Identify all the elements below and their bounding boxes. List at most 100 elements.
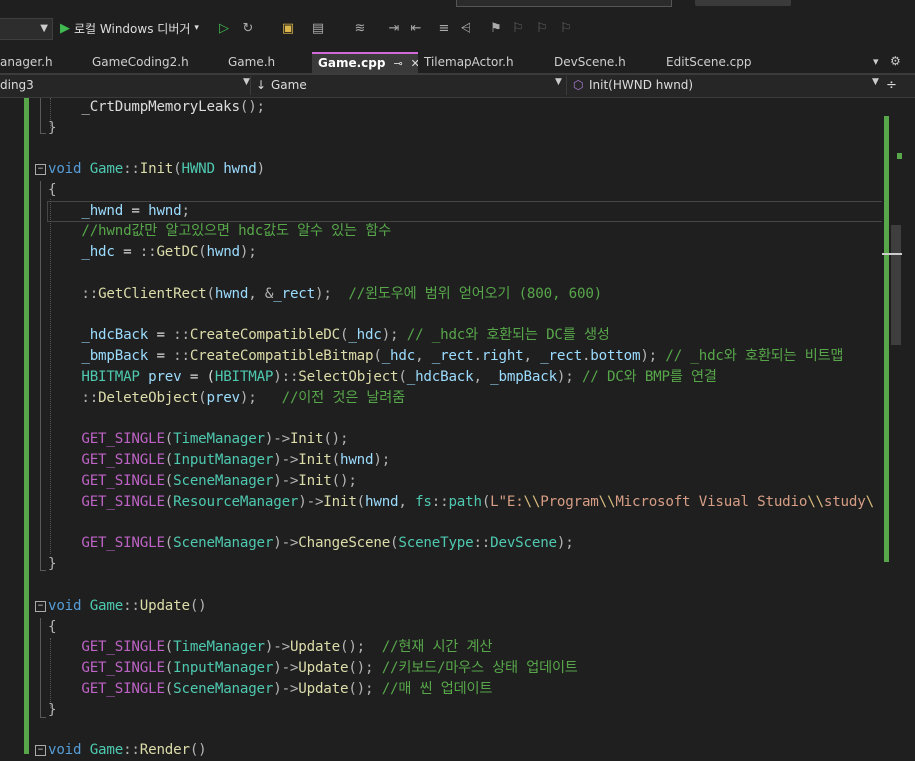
- code-token: ,: [473, 369, 491, 385]
- code-token: ::: [48, 286, 99, 302]
- navigation-bar: [0, 75, 915, 98]
- code-token: InputManager: [173, 660, 274, 676]
- code-token: )->: [264, 639, 290, 655]
- code-token: );: [381, 327, 407, 343]
- tab-manager-h[interactable]: anager.h: [0, 52, 80, 73]
- prev-bookmark-icon[interactable]: ⚐: [508, 18, 528, 38]
- code-token: //매 씬 업데이트: [381, 681, 493, 697]
- code-token: GET_SINGLE: [48, 473, 165, 489]
- code-line: GET_SINGLE(ResourceManager)->Init(hwnd, …: [48, 492, 874, 513]
- code-token: //윈도우에 범위 얻어오기 (800, 600): [348, 286, 603, 302]
- chevron-down-icon[interactable]: ▾: [194, 23, 199, 33]
- code-token: ::: [173, 348, 190, 364]
- folder-icon[interactable]: ▣: [278, 18, 298, 38]
- code-token: hwnd: [206, 244, 241, 260]
- code-token: SceneManager: [173, 681, 274, 697]
- code-token: =: [148, 348, 174, 364]
- code-token: GET_SINGLE: [48, 681, 165, 697]
- code-token: right: [481, 348, 524, 364]
- next-bookmark-icon[interactable]: ⚐: [532, 18, 552, 38]
- chevron-down-icon[interactable]: ▼: [243, 77, 250, 87]
- code-token: DeleteObject: [98, 390, 199, 406]
- code-line: void Game::Render(): [48, 740, 207, 761]
- code-line: }: [48, 554, 57, 575]
- hot-reload-icon[interactable]: ↻: [238, 18, 258, 38]
- code-token: ,: [415, 348, 432, 364]
- tab-label: EditScene.cpp: [666, 55, 752, 69]
- code-token: )->: [273, 452, 299, 468]
- clear-bookmarks-icon[interactable]: ⚐: [556, 18, 576, 38]
- solution-name-badge: [695, 0, 791, 6]
- chevron-down-icon[interactable]: ▼: [872, 77, 879, 87]
- brace-guide: [40, 98, 41, 134]
- code-line: void Game::Update(): [48, 596, 207, 617]
- code-token: study: [823, 494, 866, 510]
- code-token: SceneManager: [173, 535, 274, 551]
- brace-guide: [40, 570, 46, 571]
- tab-game-cpp[interactable]: Game.cpp ⊸ ✕: [312, 52, 418, 73]
- code-token: );: [556, 369, 582, 385]
- code-token: ,: [523, 348, 541, 364]
- code-token: prev: [148, 369, 182, 385]
- gear-icon[interactable]: ⚙: [890, 54, 901, 68]
- tab-gamecoding2-h[interactable]: GameCoding2.h: [86, 52, 220, 73]
- code-token: hwnd: [340, 452, 374, 468]
- code-token: (: [398, 369, 407, 385]
- code-line: _hdcBack = ::CreateCompatibleDC(_hdc); /…: [48, 325, 609, 346]
- code-token: HBITMAP: [48, 369, 140, 385]
- scrollbar-thumb[interactable]: [891, 225, 901, 345]
- scope-dropdown[interactable]: Game: [271, 76, 307, 95]
- code-line: {: [48, 617, 57, 638]
- search-box[interactable]: [456, 0, 672, 7]
- start-debugging-button[interactable]: ▶ 로컬 Windows 디버거 ▾: [60, 18, 199, 38]
- tab-list-dropdown-icon[interactable]: ▾: [873, 55, 879, 68]
- chevron-down-icon: ▼: [40, 23, 48, 34]
- tab-label: Game.h: [228, 55, 276, 69]
- tab-devscene-h[interactable]: DevScene.h: [548, 52, 656, 73]
- code-token: GET_SINGLE: [48, 431, 165, 447]
- code-token: \\: [523, 494, 541, 510]
- code-line: GET_SINGLE(SceneManager)->Update(); //매 …: [48, 679, 492, 700]
- code-token: Init: [139, 161, 174, 177]
- code-token: InputManager: [173, 452, 274, 468]
- collapse-toggle[interactable]: −: [35, 164, 46, 175]
- layout-icon[interactable]: ▤: [308, 18, 328, 38]
- spell-check-icon[interactable]: ≋: [350, 18, 370, 38]
- code-token: (: [198, 390, 207, 406]
- comment-icon[interactable]: ≡: [434, 18, 454, 38]
- code-token: (: [373, 348, 382, 364]
- code-token: );: [314, 286, 349, 302]
- code-token: (: [481, 494, 491, 510]
- bookmark-icon[interactable]: ⚑: [486, 18, 506, 38]
- tab-tilemapactor-h[interactable]: TilemapActor.h: [418, 52, 546, 73]
- start-without-debugging-icon[interactable]: ▷: [214, 18, 234, 38]
- outdent-icon[interactable]: ⇤: [406, 18, 426, 38]
- code-token: ();: [340, 639, 382, 655]
- code-token: TimeManager: [173, 431, 265, 447]
- collapse-toggle[interactable]: −: [35, 601, 46, 612]
- code-token: Game: [89, 161, 124, 177]
- chevron-down-icon[interactable]: ▼: [555, 77, 562, 87]
- project-dropdown[interactable]: ding3: [0, 76, 34, 95]
- code-line: GET_SINGLE(TimeManager)->Init();: [48, 429, 348, 450]
- code-token: Init: [298, 473, 332, 489]
- close-icon[interactable]: ✕: [411, 57, 418, 70]
- code-token: ::: [139, 244, 157, 260]
- code-token: .: [473, 348, 482, 364]
- tab-editscene-cpp[interactable]: EditScene.cpp: [660, 52, 780, 73]
- member-dropdown[interactable]: Init(HWND hwnd): [589, 76, 693, 95]
- pin-icon[interactable]: ⊸: [393, 57, 402, 70]
- uncomment-icon[interactable]: ⩤: [456, 18, 476, 38]
- configuration-dropdown[interactable]: ▼: [0, 18, 53, 40]
- code-token: (): [189, 598, 207, 614]
- collapse-toggle[interactable]: −: [35, 745, 46, 756]
- brace-guide: [40, 133, 46, 134]
- indent-icon[interactable]: ⇥: [384, 18, 404, 38]
- code-token: }: [48, 556, 57, 572]
- split-editor-icon[interactable]: ÷: [886, 76, 897, 95]
- tab-game-h[interactable]: Game.h: [222, 52, 310, 73]
- code-token: CreateCompatibleBitmap: [189, 348, 374, 364]
